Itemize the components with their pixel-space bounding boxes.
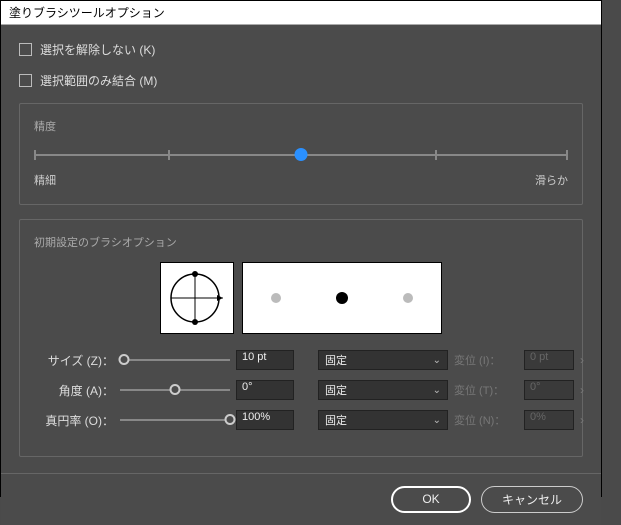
chevron-down-icon: ⌄ bbox=[433, 415, 441, 426]
roundness-input[interactable]: 100% bbox=[236, 410, 294, 430]
angle-input[interactable]: 0° bbox=[236, 380, 294, 400]
size-variation-label: 変位 (I)： bbox=[454, 352, 518, 368]
chevron-right-icon: › bbox=[580, 353, 594, 367]
dialog-footer: OK キャンセル bbox=[1, 473, 601, 525]
size-label: サイズ (Z)： bbox=[34, 352, 114, 369]
merge-selection-checkbox[interactable] bbox=[19, 74, 32, 87]
accuracy-group: 精度 精細 滑らか bbox=[19, 103, 583, 205]
chevron-down-icon: ⌄ bbox=[433, 355, 441, 366]
chevron-right-icon: › bbox=[580, 383, 594, 397]
merge-selection-label: 選択範囲のみ結合 (M) bbox=[40, 72, 157, 89]
keep-selected-checkbox[interactable] bbox=[19, 43, 32, 56]
brush-defaults-label: 初期設定のブラシオプション bbox=[34, 234, 568, 250]
ellipse-icon bbox=[167, 268, 227, 328]
ok-button[interactable]: OK bbox=[391, 486, 471, 513]
keep-selected-label: 選択を解除しない (K) bbox=[40, 41, 155, 58]
accuracy-right-label: 滑らか bbox=[535, 172, 568, 188]
dialog-body: 選択を解除しない (K) 選択範囲のみ結合 (M) 精度 精細 滑らか bbox=[1, 25, 601, 473]
roundness-type-select[interactable]: 固定 ⌄ bbox=[318, 410, 448, 430]
angle-variation-input: 0° bbox=[524, 380, 574, 400]
size-input[interactable]: 10 pt bbox=[236, 350, 294, 370]
chevron-right-icon: › bbox=[580, 413, 594, 427]
chevron-down-icon: ⌄ bbox=[433, 385, 441, 396]
brush-defaults-group: 初期設定のブラシオプション bbox=[19, 219, 583, 457]
brush-angle-preview[interactable] bbox=[160, 262, 234, 334]
roundness-variation-label: 変位 (N)： bbox=[454, 412, 518, 428]
cancel-button[interactable]: キャンセル bbox=[481, 486, 583, 513]
angle-type-select[interactable]: 固定 ⌄ bbox=[318, 380, 448, 400]
dot-min-icon bbox=[271, 293, 281, 303]
brush-size-preview bbox=[242, 262, 442, 334]
angle-label: 角度 (A)： bbox=[34, 382, 114, 399]
dialog-title: 塗りブラシツールオプション bbox=[1, 1, 601, 25]
accuracy-left-label: 精細 bbox=[34, 172, 56, 188]
size-type-select[interactable]: 固定 ⌄ bbox=[318, 350, 448, 370]
angle-type-value: 固定 bbox=[325, 382, 347, 398]
angle-slider[interactable] bbox=[120, 382, 230, 398]
accuracy-slider[interactable] bbox=[34, 144, 568, 168]
angle-variation-label: 変位 (T)： bbox=[454, 382, 518, 398]
dot-max-icon bbox=[403, 293, 413, 303]
blob-brush-options-dialog: 塗りブラシツールオプション 選択を解除しない (K) 選択範囲のみ結合 (M) … bbox=[0, 0, 602, 497]
roundness-variation-input: 0% bbox=[524, 410, 574, 430]
roundness-type-value: 固定 bbox=[325, 412, 347, 428]
size-type-value: 固定 bbox=[325, 352, 347, 368]
size-variation-input: 0 pt bbox=[524, 350, 574, 370]
size-slider[interactable] bbox=[120, 352, 230, 368]
dot-current-icon bbox=[336, 292, 348, 304]
accuracy-label: 精度 bbox=[34, 118, 568, 134]
roundness-slider[interactable] bbox=[120, 412, 230, 428]
roundness-label: 真円率 (O)： bbox=[34, 412, 114, 429]
